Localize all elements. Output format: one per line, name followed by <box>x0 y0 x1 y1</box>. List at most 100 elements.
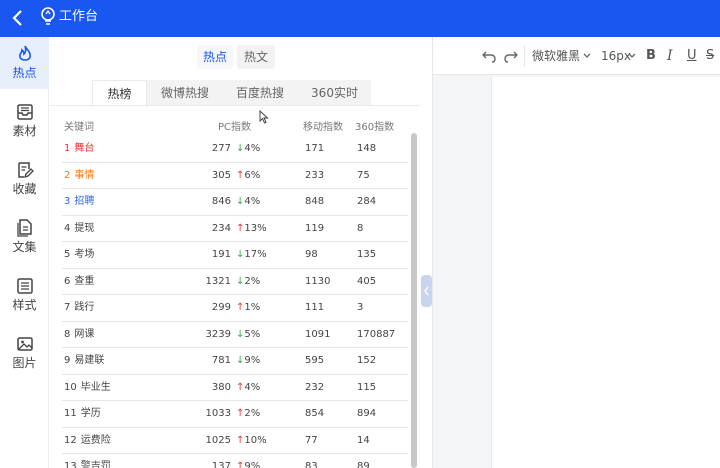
keyword-cell[interactable]: 10 毕业生 <box>64 382 111 394</box>
mobile-index-cell: 854 <box>305 408 325 419</box>
inbox-icon <box>15 102 35 122</box>
sidebar-item-favorites[interactable]: 收藏 <box>0 153 49 205</box>
change-percent: 5% <box>244 328 261 340</box>
tab-weibo-trending[interactable]: 微博热搜 <box>148 80 222 106</box>
keyword-text: 网课 <box>74 328 95 340</box>
mobile-index-cell: 1130 <box>305 275 331 287</box>
strikethrough-button[interactable]: S <box>706 47 714 65</box>
table-row[interactable]: 11 学历 1033 ↑2% 854 894 <box>62 401 408 428</box>
font-size-select[interactable]: 16px <box>601 47 639 65</box>
360-index-cell: 284 <box>357 196 377 207</box>
sidebar-item-label: 文集 <box>12 240 37 254</box>
keyword-cell[interactable]: 7 践行 <box>64 302 94 314</box>
table-row[interactable]: 10 毕业生 380 ↑4% 232 115 <box>62 375 408 401</box>
back-arrow-icon[interactable] <box>8 6 28 30</box>
tab-baidu-trending[interactable]: 百度热搜 <box>223 80 297 106</box>
sidebar-item-images[interactable]: 图片 <box>0 327 49 379</box>
tab-hot-list[interactable]: 热榜 <box>92 80 147 107</box>
underline-button[interactable]: U <box>687 47 697 65</box>
keyword-text: 运费险 <box>80 434 111 446</box>
table-row[interactable]: 7 践行 299 ↑1% 111 3 <box>62 295 408 322</box>
sidebar-item-styles[interactable]: 样式 <box>0 269 49 321</box>
sidebar-item-label: 热点 <box>12 66 37 80</box>
pc-index-cell: 305 <box>211 169 231 181</box>
collapse-panel-button[interactable] <box>421 275 432 307</box>
change-cell: ↑4% <box>236 382 260 394</box>
keyword-cell[interactable]: 11 学历 <box>64 408 101 420</box>
table-row[interactable]: 6 查重 1321 ↓2% 1130 405 <box>62 269 408 295</box>
pc-index-cell: 191 <box>211 249 231 260</box>
table-row[interactable]: 5 考场 191 ↓17% 98 135 <box>62 242 408 269</box>
pc-index-cell: 781 <box>211 355 231 366</box>
image-icon <box>15 334 35 354</box>
keyword-cell[interactable]: 8 网课 <box>64 329 94 341</box>
sidebar-item-material[interactable]: 素材 <box>0 95 49 147</box>
keyword-cell[interactable]: 9 易建联 <box>64 355 104 367</box>
pc-index-cell: 137 <box>211 461 231 468</box>
change-percent: 6% <box>244 169 261 181</box>
keyword-cell[interactable]: 1 舞台 <box>64 143 94 155</box>
table-row[interactable]: 2 事情 305 ↑6% 233 75 <box>62 163 408 189</box>
keyword-cell[interactable]: 5 考场 <box>64 249 94 261</box>
hot-list-tabs: 热榜 微博热搜 百度热搜 360实时 <box>92 80 371 107</box>
keyword-cell[interactable]: 12 运费险 <box>64 435 111 447</box>
chevron-down-icon <box>628 53 636 58</box>
sidebar-item-hotspot[interactable]: 热点 <box>0 37 49 89</box>
keyword-text: 舞台 <box>74 143 95 154</box>
rank-number: 9 <box>64 355 71 366</box>
tabs-divider <box>50 105 420 106</box>
segment-hot-articles[interactable]: 热文 <box>237 45 275 69</box>
keyword-text: 学历 <box>80 408 101 419</box>
tab-360-realtime[interactable]: 360实时 <box>298 80 371 106</box>
rank-number: 13 <box>64 461 77 468</box>
pc-index-cell: 380 <box>211 381 231 393</box>
table-row[interactable]: 8 网课 3239 ↓5% 1091 170887 <box>62 322 408 348</box>
rank-number: 2 <box>64 169 71 181</box>
rank-number: 12 <box>64 434 77 446</box>
table-row[interactable]: 4 提现 234 ↑13% 119 8 <box>62 216 408 242</box>
keyword-text: 践行 <box>74 302 95 313</box>
editor-area: 微软雅黑 16px B I U S <box>432 37 720 468</box>
keyword-cell[interactable]: 6 查重 <box>64 276 94 288</box>
column-header-mobile-index: 移动指数 <box>303 122 343 133</box>
layout-icon <box>15 276 35 296</box>
table-row[interactable]: 3 招聘 846 ↓4% 848 284 <box>62 189 408 216</box>
editor-toolbar: 微软雅黑 16px B I U S <box>433 37 720 75</box>
keyword-cell[interactable]: 4 提现 <box>64 223 94 235</box>
rank-number: 7 <box>64 302 71 313</box>
mobile-index-cell: 119 <box>305 222 325 234</box>
change-percent: 9% <box>244 355 261 366</box>
keyword-cell[interactable]: 3 招聘 <box>64 196 94 208</box>
column-header-pc-index: PC指数 <box>218 122 252 133</box>
chevron-down-icon <box>583 53 591 58</box>
change-cell: ↓4% <box>236 196 260 208</box>
table-scrollbar[interactable] <box>411 133 417 468</box>
undo-icon[interactable] <box>481 47 497 65</box>
keyword-text: 事情 <box>74 169 95 181</box>
change-cell: ↑2% <box>236 408 260 420</box>
mobile-index-cell: 232 <box>305 381 325 393</box>
mouse-cursor-icon <box>259 109 269 124</box>
table-row[interactable]: 1 舞台 277 ↓4% 171 148 <box>62 136 408 163</box>
keyword-cell[interactable]: 2 事情 <box>64 170 94 182</box>
table-row[interactable]: 9 易建联 781 ↓9% 595 152 <box>62 348 408 375</box>
mobile-index-cell: 848 <box>305 196 325 207</box>
font-family-select[interactable]: 微软雅黑 <box>532 47 591 65</box>
italic-button[interactable]: I <box>667 47 673 65</box>
table-row[interactable]: 12 运费险 1025 ↑10% 77 14 <box>62 428 408 454</box>
rank-number: 4 <box>64 222 71 234</box>
redo-icon[interactable] <box>503 47 519 65</box>
keyword-cell[interactable]: 13 警吉罚 <box>64 461 111 468</box>
table-row[interactable]: 13 警吉罚 137 ↑9% 83 89 <box>62 454 408 468</box>
sidebar-item-label: 收藏 <box>12 182 37 196</box>
segment-hotspot[interactable]: 热点 <box>197 45 233 69</box>
change-cell: ↓17% <box>236 249 267 261</box>
rank-number: 11 <box>64 408 77 419</box>
mobile-index-cell: 83 <box>305 461 318 468</box>
change-cell: ↑1% <box>236 302 260 314</box>
keyword-text: 招聘 <box>74 196 95 207</box>
documents-icon <box>15 218 35 238</box>
sidebar-item-collections[interactable]: 文集 <box>0 211 49 263</box>
bold-button[interactable]: B <box>646 47 656 65</box>
editor-page[interactable] <box>491 77 720 468</box>
